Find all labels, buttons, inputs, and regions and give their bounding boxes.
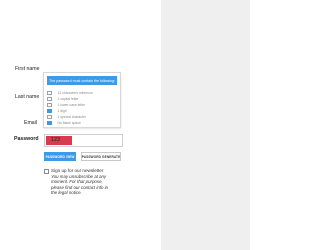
rule-label: No blank space (57, 121, 81, 125)
rule-check-icon (47, 96, 52, 102)
rule-label: 1 lower-case letter (57, 103, 86, 107)
rule-check-icon (47, 90, 52, 96)
password-field[interactable]: 123 (44, 134, 123, 147)
password-label: Password (14, 136, 39, 142)
email-label: Email (24, 120, 37, 126)
generate-password-button[interactable]: PASSWORD GENERATE (81, 152, 121, 161)
password-value: 123 (51, 137, 61, 143)
rule-check-icon (47, 114, 52, 120)
rule-check-icon (47, 120, 52, 126)
password-requirements-popover: The password must contain the following:… (43, 72, 121, 128)
last-name-label: Last name (15, 94, 40, 100)
show-password-button[interactable]: PASSWORD VIEW (44, 152, 76, 161)
page-gutter (161, 0, 250, 250)
registration-form: First name Last name Email Password The … (0, 0, 161, 250)
rule-check-icon (47, 102, 52, 108)
rule-label: 12 characters minimum (57, 91, 93, 95)
rule-label: 1 special character (57, 115, 86, 119)
newsletter-checkbox[interactable] (44, 169, 49, 174)
rule-label: 1 digit (57, 109, 67, 113)
popover-header: The password must contain the following: (47, 76, 117, 85)
rule-check-icon (47, 108, 52, 114)
first-name-label: First name (15, 66, 40, 72)
newsletter-note: You may unsubscribe at any moment. For t… (51, 174, 109, 195)
rule-label: 1 capital letter (57, 97, 79, 101)
newsletter-label: Sign up for our newsletter (51, 168, 104, 173)
rule-row: No blank space (47, 120, 81, 126)
